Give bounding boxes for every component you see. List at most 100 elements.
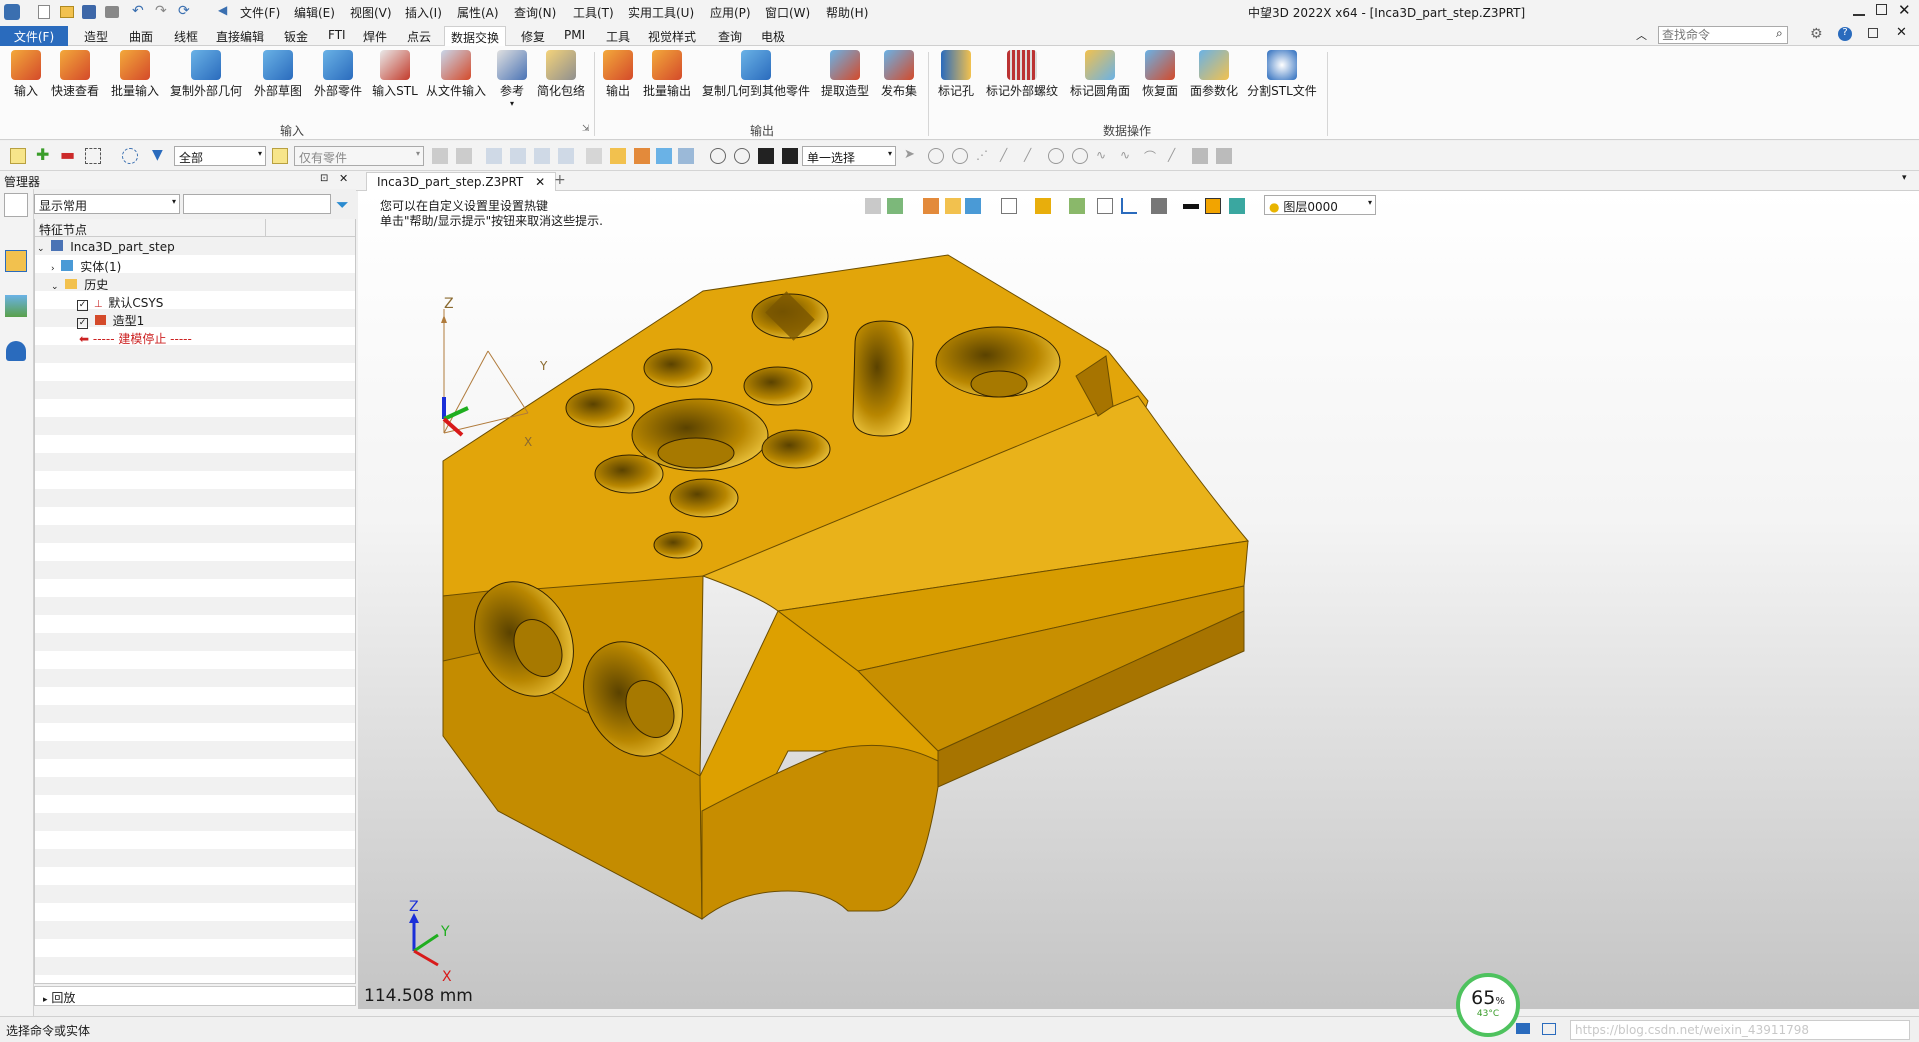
mark-hole-button[interactable]: 标记孔	[934, 50, 978, 99]
copy-external-geometry-button[interactable]: 复制外部几何	[168, 50, 244, 99]
open-folder-icon[interactable]	[60, 6, 74, 18]
tab-visual-style[interactable]: 视觉样式	[642, 26, 702, 46]
external-sketch-button[interactable]: 外部草图	[250, 50, 306, 99]
copy-geometry-to-part-button[interactable]: 复制几何到其他零件	[698, 50, 814, 99]
expand-icon[interactable]: ›	[51, 264, 55, 274]
menu-edit[interactable]: 编辑(E)	[294, 4, 335, 21]
tab-file[interactable]: 文件(F)	[0, 26, 68, 46]
points-icon[interactable]: ⋰	[976, 148, 992, 164]
redo-icon[interactable]: ↷	[155, 3, 167, 19]
lasso-select-icon[interactable]	[122, 148, 138, 164]
tree-node-stop[interactable]: ⬅ ----- 建模停止 -----	[79, 330, 192, 348]
tree-node-history[interactable]: ⌄ 历史	[51, 276, 108, 294]
line-icon[interactable]: ╱	[1000, 148, 1016, 164]
mark-thread-button[interactable]: 标记外部螺纹	[982, 50, 1062, 99]
view-icon[interactable]	[656, 148, 672, 164]
circle-center-icon[interactable]	[1048, 148, 1064, 164]
save-icon[interactable]	[82, 5, 96, 19]
menu-file[interactable]: 文件(F)	[240, 4, 280, 21]
align-icon-2[interactable]	[510, 148, 526, 164]
new-file-icon[interactable]	[38, 5, 50, 19]
refresh-icon[interactable]: ⟳	[178, 3, 190, 19]
shape-icon-1[interactable]	[1192, 148, 1208, 164]
tab-repair[interactable]: 修复	[515, 26, 551, 46]
tab-point-cloud[interactable]: 点云	[401, 26, 437, 46]
tree-node-solid[interactable]: › 实体(1)	[51, 258, 121, 276]
import-from-file-button[interactable]: 从文件输入	[424, 50, 488, 99]
tab-wireframe[interactable]: 线框	[168, 26, 204, 46]
tree-node-root[interactable]: ⌄ Inca3D_part_step	[37, 240, 175, 258]
pin-icon[interactable]: ⊡	[320, 173, 328, 184]
performance-badge[interactable]: 65% 43°C	[1456, 973, 1520, 1037]
restore-face-button[interactable]: 恢复面	[1138, 50, 1182, 99]
menu-query[interactable]: 查询(N)	[514, 4, 556, 21]
pointer-icon[interactable]: ➤	[904, 148, 920, 164]
expand-icon[interactable]: ▸	[43, 995, 48, 1005]
stop2-icon[interactable]	[782, 148, 798, 164]
tree-filter-input[interactable]	[183, 194, 331, 214]
curve-icon[interactable]: ∿	[1096, 148, 1112, 164]
batch-import-button[interactable]: 批量输入	[108, 50, 162, 99]
tab-sheet-metal[interactable]: 钣金	[278, 26, 314, 46]
new-tab-icon[interactable]: +	[554, 172, 566, 188]
pick-arrow-icon[interactable]	[10, 148, 26, 164]
arc-icon[interactable]: ⌒	[1144, 148, 1160, 164]
tab-menu-icon[interactable]: ▾	[1902, 173, 1907, 183]
align-icon-4[interactable]	[558, 148, 574, 164]
add-icon[interactable]: ✚	[36, 147, 52, 164]
window-icon[interactable]	[1542, 1023, 1556, 1035]
part-body[interactable]	[442, 254, 1249, 921]
monitor-icon[interactable]	[1516, 1023, 1530, 1034]
print-icon[interactable]	[105, 6, 119, 18]
quick-view-button[interactable]: 快速查看	[48, 50, 102, 99]
stop-icon[interactable]	[758, 148, 774, 164]
remove-icon[interactable]: ▬	[60, 147, 76, 164]
part-icon[interactable]	[678, 148, 694, 164]
parts-filter-icon[interactable]	[272, 148, 288, 164]
checkbox-checked-icon[interactable]: ✓	[77, 318, 88, 329]
import-button[interactable]: 输入	[8, 50, 44, 99]
external-part-button[interactable]: 外部零件	[310, 50, 366, 99]
menu-view[interactable]: 视图(V)	[350, 4, 392, 21]
display-mode-select[interactable]: 显示常用 ▾	[34, 194, 180, 214]
filter-all-select[interactable]: 全部 ▾	[174, 146, 266, 166]
checkbox-checked-icon[interactable]: ✓	[77, 300, 88, 311]
document-tab[interactable]: Inca3D_part_step.Z3PRT ✕	[366, 172, 557, 192]
split-stl-button[interactable]: 分割STL文件	[1246, 50, 1318, 99]
tab-tools[interactable]: 工具	[600, 26, 636, 46]
rotate-icon[interactable]	[734, 148, 750, 164]
collapse-icon[interactable]: ⌄	[37, 244, 45, 254]
tab-surface[interactable]: 曲面	[123, 26, 159, 46]
collapse-ribbon-icon[interactable]: ︿	[1636, 27, 1647, 43]
filter-icon[interactable]: ▼	[152, 148, 168, 164]
toolbar-icon-a[interactable]	[432, 148, 448, 164]
menu-help[interactable]: 帮助(H)	[826, 4, 868, 21]
search-command-input[interactable]	[1658, 26, 1788, 44]
funnel-filter-icon[interactable]: ⏷	[336, 195, 349, 215]
arrow-left-icon[interactable]: ◀	[218, 3, 227, 17]
menu-attribute[interactable]: 属性(A)	[457, 4, 499, 21]
tab-pmi[interactable]: PMI	[558, 26, 591, 46]
cursor-icon[interactable]	[586, 148, 602, 164]
menu-apps[interactable]: 应用(P)	[710, 4, 751, 21]
align-icon-1[interactable]	[486, 148, 502, 164]
undo-icon[interactable]: ↶	[132, 3, 144, 19]
close-icon[interactable]: ✕	[1898, 1, 1911, 19]
search-icon[interactable]: ⌕	[1776, 26, 1783, 41]
tab-direct-edit[interactable]: 直接编辑	[210, 26, 270, 46]
select-mode-select[interactable]: 单一选择 ▾	[802, 146, 896, 166]
reference-button[interactable]: 参考 ▾	[494, 50, 530, 108]
wave-icon[interactable]: ∿	[1120, 148, 1136, 164]
play-icon[interactable]	[952, 148, 968, 164]
diagonal-icon[interactable]: ╱	[1168, 148, 1184, 164]
snap-icon[interactable]	[928, 148, 944, 164]
panel-close-icon[interactable]: ✕	[339, 172, 348, 185]
batch-export-button[interactable]: 批量输出	[640, 50, 694, 99]
menu-window[interactable]: 窗口(W)	[765, 4, 810, 21]
tab-data-exchange[interactable]: 数据交换	[444, 26, 507, 46]
collapse-icon[interactable]: ⌄	[51, 282, 59, 292]
rollback-bar[interactable]: ▸ 回放	[34, 986, 356, 1006]
gear-icon[interactable]: ⚙	[1810, 26, 1823, 42]
minimize-icon[interactable]	[1853, 4, 1865, 16]
tree-node-csys[interactable]: ✓ ⊥ 默认CSYS	[77, 294, 163, 312]
